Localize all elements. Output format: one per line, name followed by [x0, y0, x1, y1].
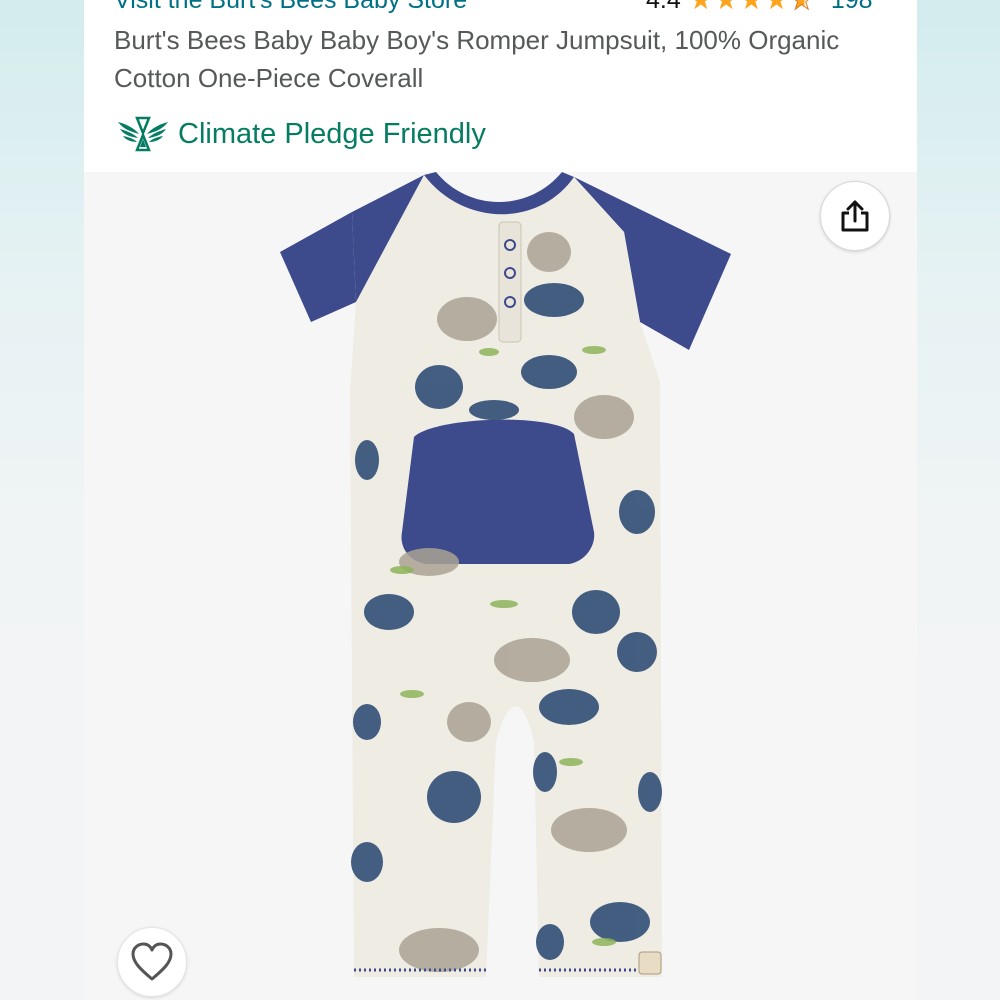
- product-title: Burt's Bees Baby Baby Boy's Romper Jumps…: [114, 25, 840, 93]
- product-header: Visit the Burt's Bees Baby Store 4.4 ★ ★…: [84, 0, 917, 172]
- share-button[interactable]: [820, 181, 890, 251]
- product-image-area[interactable]: [84, 172, 917, 1000]
- star-rating: ★ ★ ★ ★ ★: [689, 0, 815, 14]
- heart-outline-icon: [131, 942, 173, 981]
- share-icon: [841, 200, 869, 232]
- star-icon: ★: [739, 0, 764, 15]
- add-to-wishlist-button[interactable]: [117, 927, 187, 997]
- climate-pledge-badge[interactable]: Climate Pledge Friendly: [114, 114, 486, 154]
- store-link[interactable]: Visit the Burt's Bees Baby Store: [114, 0, 467, 15]
- star-icon: ★: [688, 0, 713, 15]
- product-image: [280, 172, 731, 977]
- star-icon: ★: [713, 0, 739, 15]
- climate-pledge-wings-icon: [118, 116, 168, 152]
- half-star-icon: ★: [789, 0, 814, 14]
- rating-value: 4.4: [646, 0, 681, 14]
- product-card: Visit the Burt's Bees Baby Store 4.4 ★ ★…: [84, 0, 917, 1000]
- star-icon: ★: [764, 0, 789, 15]
- rating-row[interactable]: 4.4 ★ ★ ★ ★ ★ 198: [646, 0, 873, 15]
- rating-count-link[interactable]: 198: [831, 0, 873, 15]
- climate-pledge-label: Climate Pledge Friendly: [178, 117, 486, 150]
